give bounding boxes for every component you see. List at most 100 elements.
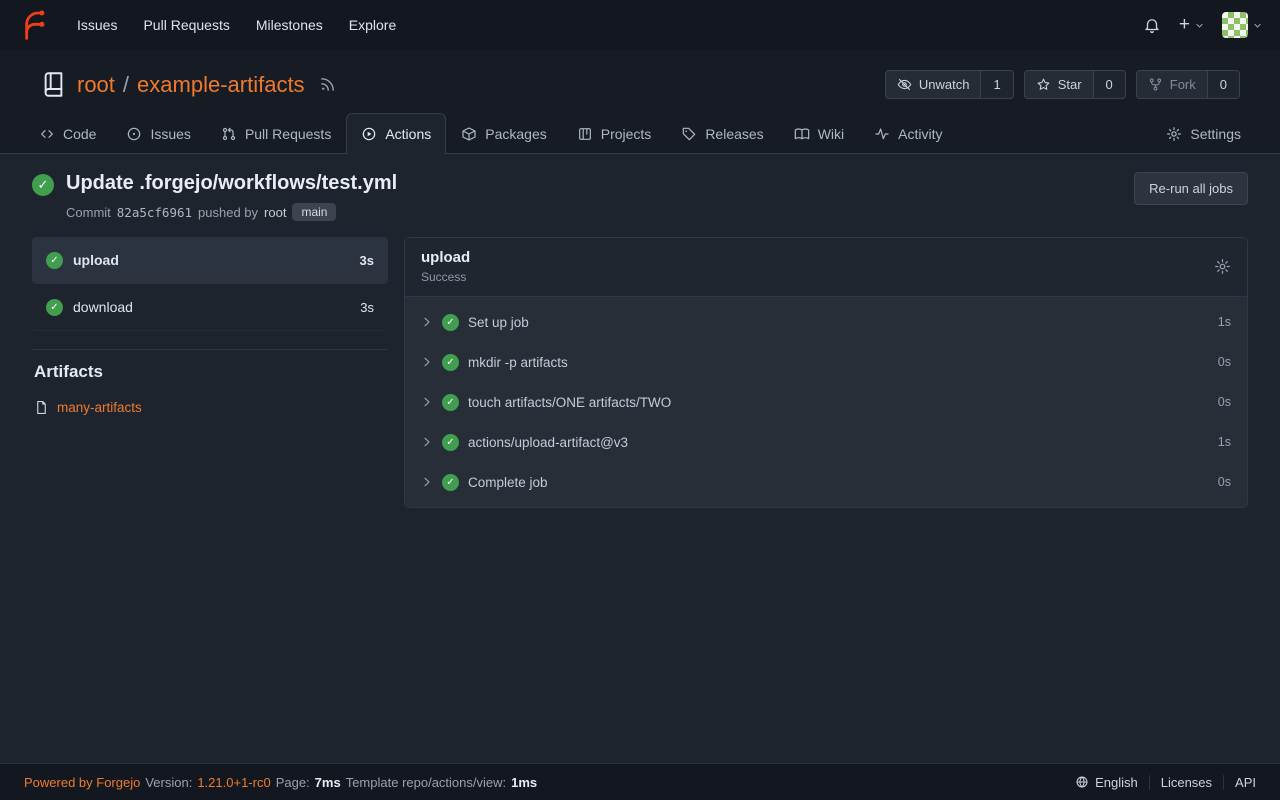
chevron-down-icon: [1253, 21, 1262, 30]
code-icon: [39, 126, 55, 142]
tab-actions[interactable]: Actions: [346, 113, 446, 154]
step-row-mkdir[interactable]: ✓ mkdir -p artifacts 0s: [405, 342, 1247, 382]
stars-count[interactable]: 0: [1093, 71, 1125, 98]
repo-header-section: root / example-artifacts Unwatch 1: [0, 50, 1280, 154]
step-name: actions/upload-artifact@v3: [468, 435, 628, 450]
repo-name-link[interactable]: example-artifacts: [137, 72, 305, 98]
version-link[interactable]: 1.21.0+1-rc0: [197, 775, 270, 790]
navbar-right: +: [1143, 12, 1262, 38]
step-duration: 0s: [1218, 355, 1231, 369]
forgejo-logo[interactable]: [18, 9, 50, 41]
fork-button-group: Fork 0: [1136, 70, 1240, 99]
nav-item-pull-requests[interactable]: Pull Requests: [130, 9, 242, 41]
project-board-icon: [577, 126, 593, 142]
artifacts-heading: Artifacts: [32, 362, 388, 382]
language-selector[interactable]: English: [1064, 775, 1149, 790]
artifact-link[interactable]: many-artifacts: [57, 400, 142, 415]
tab-projects[interactable]: Projects: [562, 113, 667, 154]
nav-item-issues[interactable]: Issues: [64, 9, 130, 41]
step-success-icon: ✓: [442, 474, 459, 491]
step-row-upload-artifact[interactable]: ✓ actions/upload-artifact@v3 1s: [405, 422, 1247, 462]
step-row-complete-job[interactable]: ✓ Complete job 0s: [405, 462, 1247, 502]
primary-nav: Issues Pull Requests Milestones Explore: [64, 9, 409, 41]
star-button[interactable]: Star: [1025, 71, 1093, 98]
job-success-icon: ✓: [46, 252, 63, 269]
run-meta: Commit 82a5cf6961 pushed by root main: [66, 203, 397, 221]
tag-icon: [681, 126, 697, 142]
tab-settings[interactable]: Settings: [1151, 113, 1256, 154]
licenses-link[interactable]: Licenses: [1149, 775, 1223, 790]
api-link[interactable]: API: [1223, 775, 1256, 790]
tab-pull-requests[interactable]: Pull Requests: [206, 113, 346, 154]
tab-releases[interactable]: Releases: [666, 113, 778, 154]
nav-item-milestones[interactable]: Milestones: [243, 9, 336, 41]
rss-icon[interactable]: [319, 76, 336, 93]
nav-item-explore[interactable]: Explore: [336, 9, 409, 41]
tab-packages[interactable]: Packages: [446, 113, 561, 154]
chevron-right-icon: [421, 396, 433, 408]
job-success-icon: ✓: [46, 299, 63, 316]
forgejo-logo-icon: [18, 9, 50, 41]
step-success-icon: ✓: [442, 354, 459, 371]
step-duration: 1s: [1218, 435, 1231, 449]
user-menu-button[interactable]: [1222, 12, 1262, 38]
fork-icon: [1148, 77, 1163, 92]
template-time-label: Template repo/actions/view:: [346, 775, 506, 790]
app-navbar: Issues Pull Requests Milestones Explore …: [0, 0, 1280, 50]
commit-sha-link[interactable]: 82a5cf6961: [117, 205, 192, 220]
tab-code-label: Code: [63, 126, 96, 142]
tab-activity-label: Activity: [898, 126, 942, 142]
fork-button[interactable]: Fork: [1137, 71, 1207, 98]
powered-by-link[interactable]: Powered by Forgejo: [24, 775, 140, 790]
run-success-icon: ✓: [32, 174, 54, 196]
breadcrumb-separator: /: [123, 72, 129, 98]
play-circle-icon: [361, 126, 377, 142]
package-icon: [461, 126, 477, 142]
tab-code[interactable]: Code: [24, 113, 111, 154]
job-row-upload[interactable]: ✓ upload 3s: [32, 237, 388, 284]
step-success-icon: ✓: [442, 434, 459, 451]
run-columns: ✓ upload 3s ✓ download 3s Artifacts many…: [32, 237, 1248, 508]
branch-badge[interactable]: main: [292, 203, 336, 221]
pulse-icon: [874, 126, 890, 142]
rerun-all-jobs-button[interactable]: Re-run all jobs: [1134, 172, 1248, 205]
create-new-button[interactable]: +: [1179, 17, 1204, 34]
run-title-block: Update .forgejo/workflows/test.yml Commi…: [66, 172, 397, 221]
step-row-touch[interactable]: ✓ touch artifacts/ONE artifacts/TWO 0s: [405, 382, 1247, 422]
repo-owner-link[interactable]: root: [77, 72, 115, 98]
step-name: mkdir -p artifacts: [468, 355, 568, 370]
template-time-value: 1ms: [511, 775, 537, 790]
tab-wiki-label: Wiki: [818, 126, 844, 142]
notifications-button[interactable]: [1143, 16, 1161, 34]
step-duration: 0s: [1218, 475, 1231, 489]
book-icon: [794, 126, 810, 142]
chevron-right-icon: [421, 436, 433, 448]
pusher-link[interactable]: root: [264, 205, 286, 220]
step-name: Complete job: [468, 475, 548, 490]
step-duration: 1s: [1218, 315, 1231, 329]
tab-issues[interactable]: Issues: [111, 113, 205, 154]
step-row-set-up-job[interactable]: ✓ Set up job 1s: [405, 302, 1247, 342]
page-time-label: Page:: [276, 775, 310, 790]
run-title: Update .forgejo/workflows/test.yml: [66, 172, 397, 195]
job-sidebar: ✓ upload 3s ✓ download 3s Artifacts many…: [32, 237, 388, 415]
breadcrumb: root / example-artifacts: [77, 72, 305, 98]
star-icon: [1036, 77, 1051, 92]
job-options-gear-icon[interactable]: [1214, 258, 1231, 275]
tab-actions-label: Actions: [385, 126, 431, 142]
tab-packages-label: Packages: [485, 126, 546, 142]
unwatch-button[interactable]: Unwatch: [886, 71, 981, 98]
unwatch-button-group: Unwatch 1: [885, 70, 1014, 99]
actions-run-view: ✓ Update .forgejo/workflows/test.yml Com…: [0, 154, 1280, 763]
chevron-right-icon: [421, 476, 433, 488]
job-row-download[interactable]: ✓ download 3s: [32, 284, 388, 331]
watchers-count[interactable]: 1: [980, 71, 1012, 98]
tab-wiki[interactable]: Wiki: [779, 113, 859, 154]
job-detail-status: Success: [421, 270, 470, 284]
job-detail-panel: upload Success ✓ Set up job 1s: [404, 237, 1248, 508]
job-duration: 3s: [360, 300, 374, 315]
unwatch-label: Unwatch: [919, 77, 970, 92]
tab-activity[interactable]: Activity: [859, 113, 957, 154]
job-detail-title-block: upload Success: [421, 249, 470, 284]
forks-count[interactable]: 0: [1207, 71, 1239, 98]
